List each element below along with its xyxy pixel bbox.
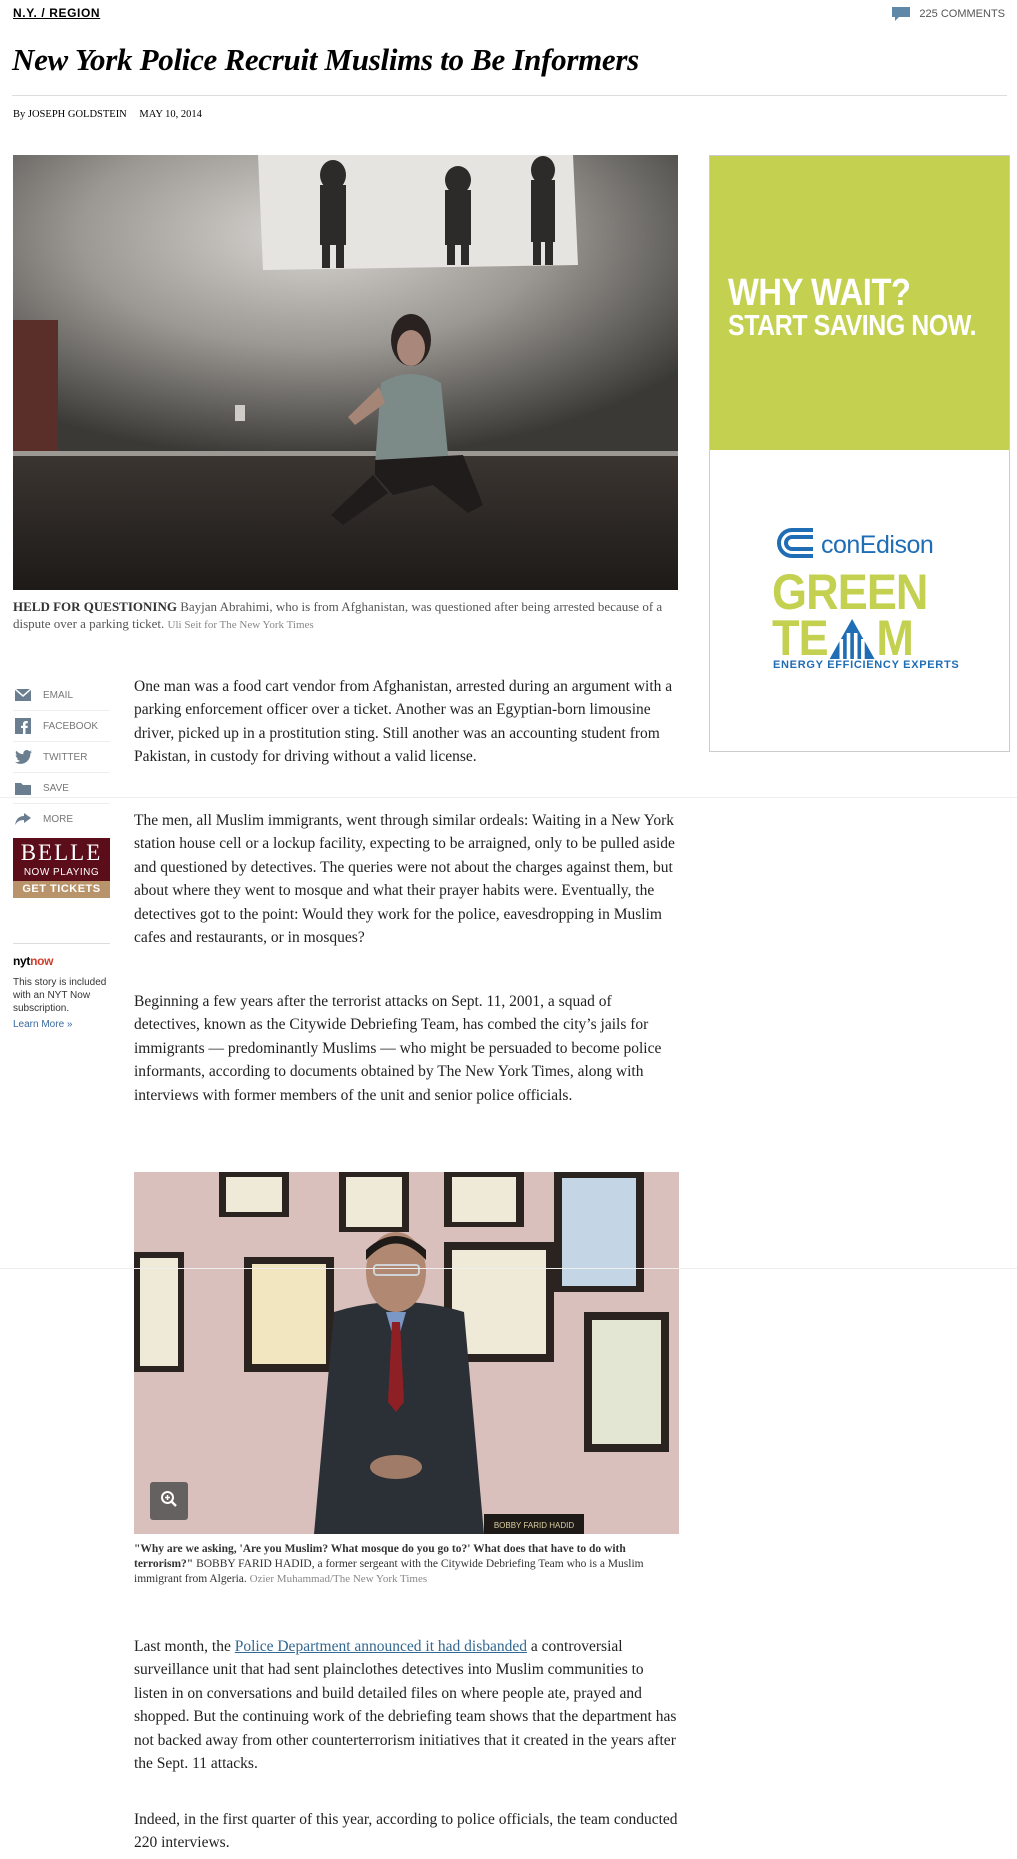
ad-subheadline: START SAVING NOW. [728,310,977,342]
paragraph-text: Last month, the [134,1638,235,1655]
section-link[interactable]: N.Y. / REGION [13,6,100,20]
nytnow-text: This story is included with an NYT Now s… [13,977,107,1014]
nytnow-logo: nytnow [13,954,110,968]
ad-headline: WHY WAIT? [728,272,911,314]
photo-credit: Uli Seit for The New York Times [167,619,314,631]
lead-photo-caption: HELD FOR QUESTIONING Bayjan Abrahimi, wh… [13,598,678,634]
photo-credit: Ozier Muhammad/The New York Times [249,1573,428,1585]
email-icon [13,685,33,705]
ad-green-word: GREEN [772,564,928,620]
share-twitter-label: TWITTER [43,751,88,763]
ad-green-panel: WHY WAIT? START SAVING NOW. [710,156,1009,450]
ad-team-part-a: TE [772,610,829,666]
ad-team-part-b: M [876,610,913,666]
nytnow-logo-a: nyt [13,954,31,968]
get-tickets-button[interactable]: GET TICKETS [13,881,110,898]
building-icon [829,618,875,659]
body-paragraph: Beginning a few years after the terroris… [134,993,662,1104]
save-button[interactable]: SAVE [13,773,110,804]
publish-date: MAY 10, 2014 [139,109,202,120]
share-email-label: EMAIL [43,689,74,701]
share-twitter-button[interactable]: TWITTER [13,742,110,773]
conedison-logo: conEdison [775,526,934,565]
inline-photo[interactable]: BOBBY FARID HADID [134,1172,679,1534]
share-facebook-button[interactable]: FACEBOOK [13,711,110,742]
conedison-mark-icon [775,526,817,565]
byline-prefix: By [13,109,26,120]
learn-more-link[interactable]: Learn More » [13,1019,110,1030]
share-email-button[interactable]: EMAIL [13,680,110,711]
magnifier-icon [160,1490,178,1513]
comment-icon [891,6,911,21]
share-tools: EMAIL FACEBOOK TWITTER SAVE MORE [13,680,110,834]
divider [0,797,1017,798]
coned-advertisement[interactable]: WHY WAIT? START SAVING NOW. conEdison GR… [709,155,1010,752]
article-headline: New York Police Recruit Muslims to Be In… [12,42,639,77]
more-label: MORE [43,813,73,825]
author-link[interactable]: JOSEPH GOLDSTEIN [28,109,127,120]
twitter-icon [13,747,33,767]
caption-label: HELD FOR QUESTIONING [13,599,177,614]
body-paragraph: One man was a food cart vendor from Afgh… [134,678,673,766]
ad-tagline: ENERGY EFFICIENCY EXPERTS [773,659,960,671]
share-facebook-label: FACEBOOK [43,720,99,732]
paragraph-text: a controversial surveillance unit that h… [134,1638,677,1773]
save-icon [13,778,33,798]
more-share-button[interactable]: MORE [13,804,110,834]
ad-brand: conEdison [821,531,934,559]
belle-title: BELLE [20,840,103,865]
comments-link[interactable]: 225 COMMENTS [891,6,1005,21]
comments-count: 225 COMMENTS [919,7,1005,20]
divider [12,95,1007,96]
share-arrow-icon [13,809,33,829]
nytnow-promo: nytnow This story is included with an NY… [13,943,110,1030]
belle-ad[interactable]: BELLE NOW PLAYING GET TICKETS [13,838,110,898]
ad-team-word: TE M [772,610,914,666]
nytnow-logo-b: now [30,954,54,968]
inline-photo-caption: "Why are we asking, 'Are you Muslim? Wha… [134,1542,679,1587]
byline: By JOSEPH GOLDSTEIN MAY 10, 2014 [13,109,202,120]
belle-subtitle: NOW PLAYING [23,867,100,878]
zoom-button[interactable] [150,1482,188,1520]
lead-photo[interactable] [13,155,678,590]
nameplate: BOBBY FARID HADID [494,1521,575,1530]
save-label: SAVE [43,782,69,794]
facebook-icon [13,716,33,736]
disbanded-unit-link[interactable]: Police Department announced it had disba… [235,1638,527,1655]
body-paragraph: Last month, the Police Department announ… [134,1635,679,1775]
body-paragraph: Indeed, in the first quarter of this yea… [134,1811,678,1852]
divider [0,1268,1017,1269]
body-paragraph: The men, all Muslim immigrants, went thr… [134,812,675,947]
